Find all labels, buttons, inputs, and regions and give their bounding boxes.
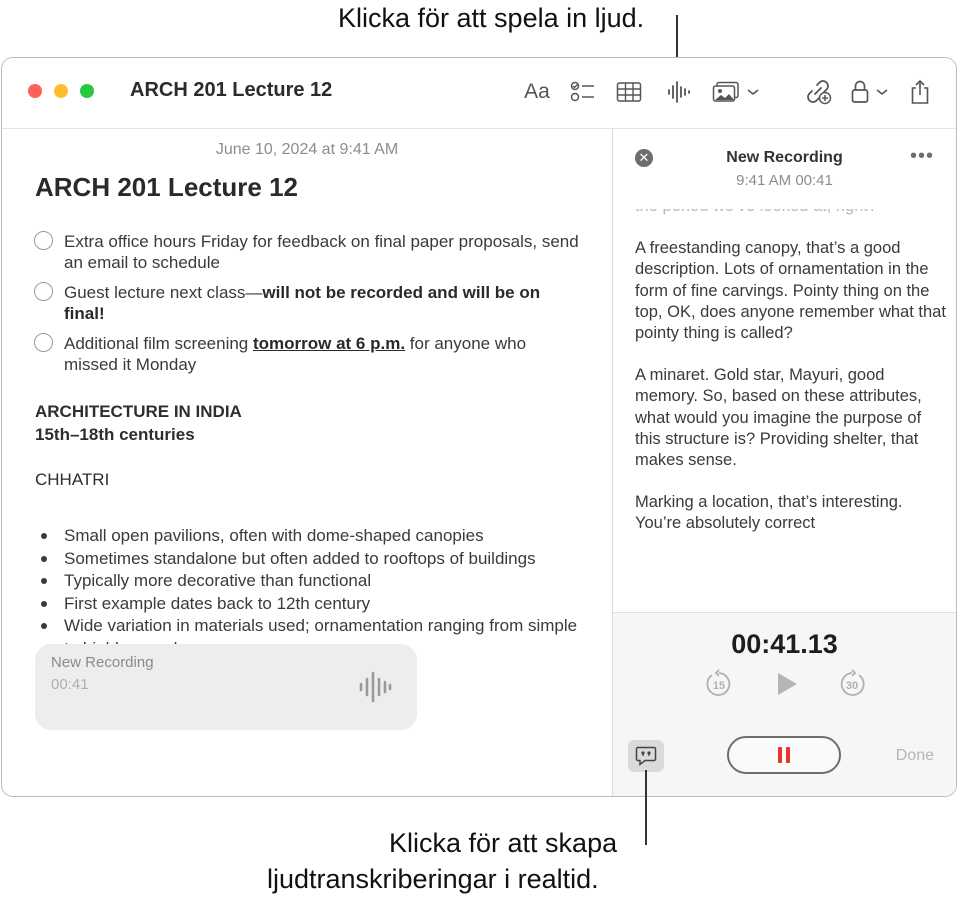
transcript-line: the period we’ve looked at, right?: [635, 209, 950, 217]
recording-duration: 00:41: [51, 676, 89, 693]
checkbox[interactable]: [34, 231, 53, 250]
transcript-paragraph: A minaret. Gold star, Mayuri, good memor…: [635, 366, 922, 470]
svg-text:30: 30: [846, 680, 858, 692]
list-item: Sometimes standalone but often added to …: [35, 548, 595, 571]
transcript-bubble-icon: [635, 746, 657, 767]
recording-panel-subtitle: 9:41 AM 00:41: [736, 172, 833, 189]
play-icon: [778, 673, 797, 695]
minimize-window-button[interactable]: [54, 84, 68, 98]
audio-waveform-icon: [359, 671, 392, 703]
close-window-button[interactable]: [28, 84, 42, 98]
checklist-item-text: Extra office hours Friday for feedback o…: [64, 232, 579, 272]
done-button[interactable]: Done: [896, 747, 934, 765]
bullet-list: Small open pavilions, often with dome-sh…: [35, 525, 595, 660]
section-heading: ARCHITECTURE IN INDIA: [35, 402, 242, 421]
topic-heading: CHHATRI: [35, 470, 110, 489]
play-button[interactable]: [772, 669, 802, 699]
more-options-button[interactable]: •••: [910, 145, 934, 168]
table-button[interactable]: [614, 76, 644, 108]
checklist-item-text: Additional film screening tomorrow at 6 …: [64, 334, 527, 374]
audio-waveform-icon: [668, 81, 690, 103]
callout-transcription-line1: Klicka för att skapa: [389, 828, 618, 858]
note-title[interactable]: ARCH 201 Lecture 12: [35, 172, 298, 203]
record-audio-button[interactable]: [663, 76, 693, 108]
callout-record-audio: Klicka för att spela in ljud.: [338, 3, 645, 33]
pause-icon: [778, 747, 790, 763]
recording-attachment[interactable]: New Recording 00:41: [35, 644, 417, 730]
list-item: Small open pavilions, often with dome-sh…: [35, 525, 595, 548]
transcript-area[interactable]: the period we’ve looked at, right? A fre…: [635, 209, 950, 611]
collaborate-icon: [807, 80, 832, 105]
zoom-window-button[interactable]: [80, 84, 94, 98]
list-item: First example dates back to 12th century: [35, 593, 595, 616]
lock-icon: [851, 80, 869, 103]
checkbox[interactable]: [34, 282, 53, 301]
recording-panel-title: New Recording: [726, 149, 843, 166]
callout-transcription-line2: ljudtranskriberingar i realtid.: [267, 864, 599, 894]
checklist-item-text: Guest lecture next class—will not be rec…: [64, 283, 541, 323]
skip-forward-30-icon: 30: [840, 669, 865, 696]
lock-button[interactable]: [847, 76, 893, 108]
share-icon: [911, 79, 929, 104]
recording-timer: 00:41.13: [731, 629, 838, 659]
table-icon: [616, 82, 642, 102]
window-title: ARCH 201 Lecture 12: [130, 79, 333, 101]
transcript-paragraph: Marking a location, that’s interesting. …: [635, 493, 903, 533]
recording-title: New Recording: [51, 654, 154, 671]
recording-panel: ✕ New Recording 9:41 AM 00:41 ••• the pe…: [613, 129, 956, 796]
media-button[interactable]: [710, 76, 762, 108]
skip-back-15-icon: 15: [706, 669, 731, 696]
pause-recording-button[interactable]: [727, 736, 841, 774]
transcript-paragraph: A freestanding canopy, that’s a good des…: [635, 239, 946, 343]
checklist-button[interactable]: [568, 76, 598, 108]
chevron-down-icon: [876, 89, 888, 96]
chevron-down-icon: [747, 89, 759, 96]
checkbox[interactable]: [34, 333, 53, 352]
collaborate-button[interactable]: [803, 76, 835, 108]
media-icon: [712, 81, 739, 102]
title-bar: ARCH 201 Lecture 12 Aa: [2, 58, 956, 129]
live-transcription-button[interactable]: [628, 740, 664, 772]
skip-back-button[interactable]: 15: [704, 669, 734, 699]
note-date: June 10, 2024 at 9:41 AM: [215, 141, 399, 158]
format-button[interactable]: Aa: [520, 76, 554, 108]
share-button[interactable]: [905, 76, 935, 108]
list-item: Typically more decorative than functiona…: [35, 570, 595, 593]
svg-text:15: 15: [713, 680, 725, 692]
checklist-icon: [570, 81, 594, 102]
notes-window: ARCH 201 Lecture 12 Aa June 10, 2024 at …: [1, 57, 957, 797]
skip-forward-button[interactable]: 30: [837, 669, 867, 699]
section-subheading: 15th–18th centuries: [35, 425, 195, 444]
playback-controls: 00:41.13 15 30 Done: [613, 612, 956, 796]
callout-leader-transcription: [645, 770, 647, 845]
